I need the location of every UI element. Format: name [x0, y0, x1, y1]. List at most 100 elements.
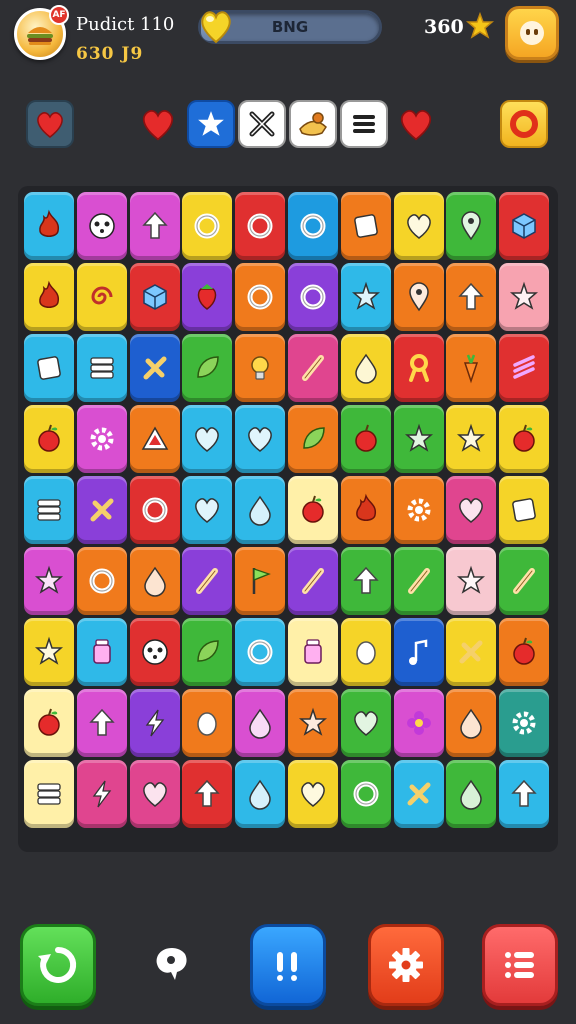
tile-heart[interactable] [393, 192, 444, 260]
tile-egg[interactable] [182, 689, 233, 757]
tile-ring[interactable] [235, 192, 286, 260]
tile-cross[interactable] [393, 760, 444, 828]
tile-jar[interactable] [76, 618, 127, 686]
tile-carrot[interactable] [446, 334, 497, 402]
tile-layers[interactable] [76, 334, 127, 402]
profile-menu-button[interactable] [505, 6, 559, 60]
tile-square[interactable] [499, 476, 550, 544]
tile-square[interactable] [340, 192, 391, 260]
tile-bulb[interactable] [235, 334, 286, 402]
target-booster-button[interactable] [500, 100, 548, 148]
tile-cross[interactable] [129, 334, 180, 402]
tile-apple[interactable] [499, 405, 550, 473]
tile-drop[interactable] [129, 547, 180, 615]
tile-flame[interactable] [24, 192, 74, 260]
tile-egg[interactable] [340, 618, 391, 686]
tile-gear[interactable] [393, 476, 444, 544]
tile-jar[interactable] [287, 618, 338, 686]
tile-heart[interactable] [446, 476, 497, 544]
tile-pin[interactable] [393, 263, 444, 331]
tile-drop[interactable] [235, 689, 286, 757]
tile-cube[interactable] [499, 192, 550, 260]
tile-cross[interactable] [446, 618, 497, 686]
tile-star[interactable] [340, 263, 391, 331]
tile-heart[interactable] [182, 476, 233, 544]
tile-ring[interactable] [287, 192, 338, 260]
tile-leaf[interactable] [182, 618, 233, 686]
tile-stick[interactable] [287, 334, 338, 402]
tile-note[interactable] [393, 618, 444, 686]
tile-ring[interactable] [76, 547, 127, 615]
tile-arrow[interactable] [182, 760, 233, 828]
settings-button[interactable] [368, 924, 444, 1006]
tile-star[interactable] [499, 263, 550, 331]
tile-flag[interactable] [235, 547, 286, 615]
tile-star[interactable] [446, 405, 497, 473]
tile-bolt[interactable] [76, 760, 127, 828]
tile-arrow[interactable] [499, 760, 550, 828]
tile-cross[interactable] [76, 476, 127, 544]
list-booster-button[interactable] [340, 100, 388, 148]
tile-apple[interactable] [499, 618, 550, 686]
tile-ribbon[interactable] [393, 334, 444, 402]
tile-drop[interactable] [340, 334, 391, 402]
tile-layers[interactable] [24, 476, 74, 544]
tile-gear[interactable] [499, 689, 550, 757]
tile-star[interactable] [24, 547, 74, 615]
hint-button[interactable] [140, 924, 204, 1006]
refresh-button[interactable] [20, 924, 96, 1006]
menu-list-button[interactable] [482, 924, 558, 1006]
tile-ring[interactable] [235, 618, 286, 686]
tile-apple[interactable] [24, 405, 74, 473]
tile-flame[interactable] [24, 263, 74, 331]
tile-drop[interactable] [446, 760, 497, 828]
tile-drop[interactable] [446, 689, 497, 757]
tile-layers[interactable] [24, 760, 74, 828]
tile-heart[interactable] [182, 405, 233, 473]
tile-pin[interactable] [446, 192, 497, 260]
tile-stick[interactable] [393, 547, 444, 615]
tile-ring[interactable] [129, 476, 180, 544]
tile-face[interactable] [129, 618, 180, 686]
tile-heart[interactable] [129, 760, 180, 828]
tile-arrow[interactable] [340, 547, 391, 615]
tile-gear[interactable] [76, 405, 127, 473]
tile-ring[interactable] [182, 192, 233, 260]
tile-star[interactable] [393, 405, 444, 473]
heart-booster-button[interactable] [26, 100, 74, 148]
player-avatar[interactable]: AF [14, 5, 69, 60]
tile-stripes[interactable] [499, 334, 550, 402]
shuffle-booster-button[interactable] [238, 100, 286, 148]
star-booster-button[interactable] [187, 100, 235, 148]
tile-stick[interactable] [287, 547, 338, 615]
tile-star[interactable] [287, 689, 338, 757]
tile-strawberry[interactable] [182, 263, 233, 331]
tile-stick[interactable] [499, 547, 550, 615]
tile-leaf[interactable] [182, 334, 233, 402]
tile-bolt[interactable] [129, 689, 180, 757]
tile-stick[interactable] [182, 547, 233, 615]
tile-square[interactable] [24, 334, 74, 402]
tile-arrow[interactable] [76, 689, 127, 757]
tile-swirl[interactable] [76, 263, 127, 331]
tile-apple[interactable] [340, 405, 391, 473]
food-booster-button[interactable] [289, 100, 337, 148]
tile-star[interactable] [446, 547, 497, 615]
tile-arrow[interactable] [446, 263, 497, 331]
tile-heart[interactable] [235, 405, 286, 473]
tile-heart[interactable] [340, 689, 391, 757]
tile-ring[interactable] [340, 760, 391, 828]
tile-flame[interactable] [340, 476, 391, 544]
tile-flower[interactable] [393, 689, 444, 757]
tile-leaf[interactable] [287, 405, 338, 473]
tile-cube[interactable] [129, 263, 180, 331]
tile-face[interactable] [76, 192, 127, 260]
tile-apple[interactable] [287, 476, 338, 544]
tile-ring[interactable] [287, 263, 338, 331]
tile-apple[interactable] [24, 689, 74, 757]
tile-arrow[interactable] [129, 192, 180, 260]
tile-drop[interactable] [235, 476, 286, 544]
tile-triangle[interactable] [129, 405, 180, 473]
pause-button[interactable] [250, 924, 326, 1006]
tile-drop[interactable] [235, 760, 286, 828]
